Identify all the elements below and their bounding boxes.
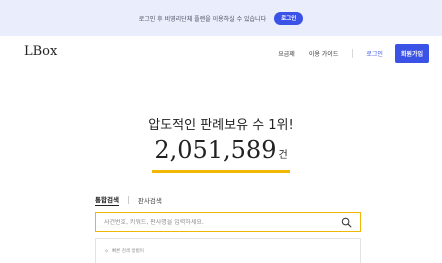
nav-pricing-link[interactable]: 요금제	[278, 49, 295, 58]
banner-login-button[interactable]: 로그인	[274, 11, 304, 25]
case-count-value: 2,051,589	[154, 136, 277, 164]
search-input[interactable]	[104, 218, 340, 226]
tab-divider	[127, 196, 129, 204]
hero-title: 압도적인 판례보유 수 1위!	[148, 118, 294, 133]
case-count-unit: 건	[278, 150, 288, 161]
case-count-number: 2,051,589 건	[152, 136, 290, 173]
header: LBox 요금제 이용 가이드 로그인 회원가입	[0, 36, 442, 72]
sparkle-icon: ✧	[104, 247, 110, 255]
banner-text: 로그인 후 비영리단체 플랜을 이용하실 수 있습니다	[138, 15, 267, 23]
top-nav: 요금제 이용 가이드 로그인 회원가입	[278, 44, 429, 63]
signup-button[interactable]: 회원가입	[394, 44, 429, 63]
search-icon[interactable]	[340, 216, 352, 228]
nav-divider	[352, 49, 354, 58]
search-tabs: 통합검색 판사검색	[95, 194, 162, 206]
nav-guide-link[interactable]: 이용 가이드	[309, 49, 339, 58]
logo[interactable]: LBox	[24, 44, 57, 59]
search-box	[95, 212, 361, 232]
tab-judge-search[interactable]: 판사검색	[138, 195, 162, 205]
nav-login-link[interactable]: 로그인	[366, 49, 383, 58]
case-count: 2,051,589 건	[0, 136, 442, 173]
quick-search-label: 빠른 검색 방법이	[112, 249, 144, 254]
tab-integrated-search[interactable]: 통합검색	[95, 194, 119, 206]
login-banner: 로그인 후 비영리단체 플랜을 이용하실 수 있습니다 로그인	[0, 0, 442, 36]
quick-search-guide[interactable]: ✧ 빠른 검색 방법이	[95, 238, 361, 263]
